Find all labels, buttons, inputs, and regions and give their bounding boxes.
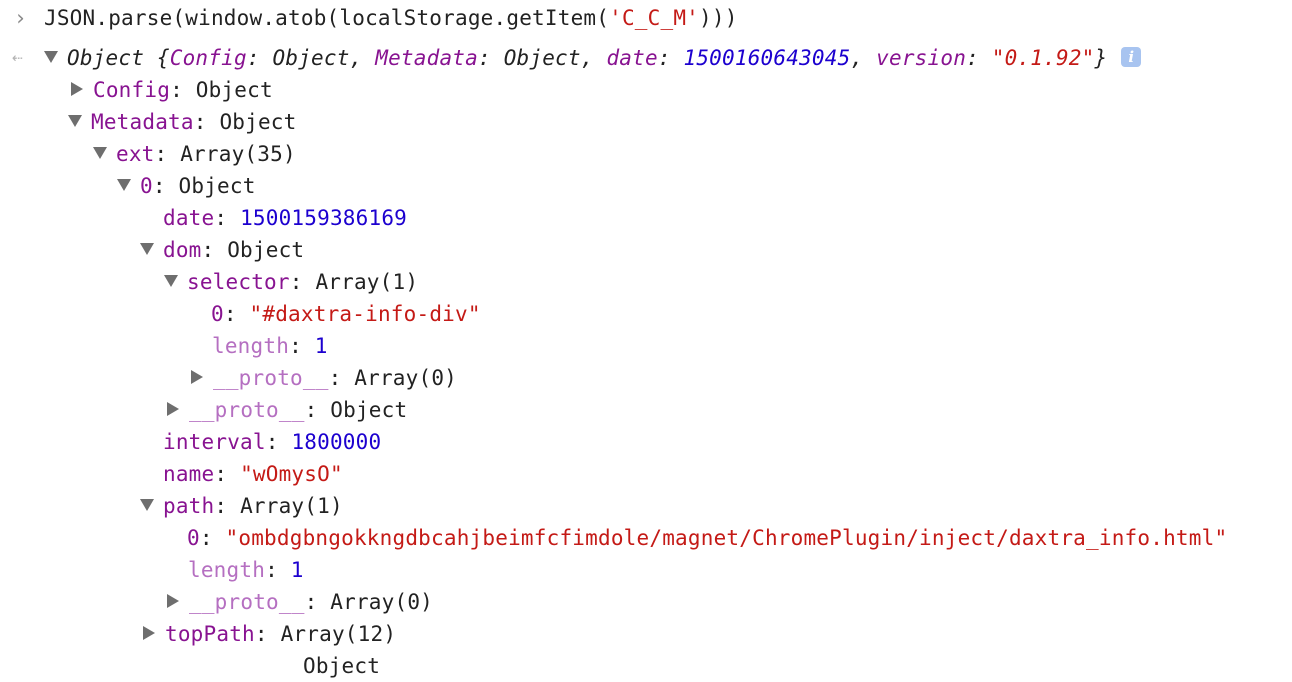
- tree-node-path-0[interactable]: 0: "ombdgbngokkngdbcahjbeimfcfimdole/mag…: [187, 522, 1227, 554]
- collapse-triangle-icon[interactable]: [93, 147, 107, 159]
- tree-node-toppath[interactable]: topPath: Array(12): [142, 618, 396, 650]
- tree-node-partial[interactable]: Object: [303, 650, 380, 682]
- tree-node-selector-proto[interactable]: __proto__: Array(0): [190, 362, 457, 394]
- tree-node-path-proto[interactable]: __proto__: Array(0): [166, 586, 433, 618]
- collapse-triangle-icon[interactable]: [140, 243, 154, 255]
- expand-triangle-icon[interactable]: [143, 626, 155, 640]
- command-suffix: ))): [699, 6, 738, 30]
- expand-triangle-icon[interactable]: [71, 82, 83, 96]
- tree-node-dom[interactable]: dom: Object: [140, 234, 304, 266]
- result-arrow-icon: ⇠: [12, 47, 24, 68]
- tree-node-selector[interactable]: selector: Array(1): [164, 266, 418, 298]
- collapse-triangle-icon[interactable]: [140, 499, 154, 511]
- collapse-triangle-icon[interactable]: [117, 179, 131, 191]
- object-preview: Object {Config: Object, Metadata: Object…: [67, 46, 1108, 70]
- tree-node-path-length[interactable]: length: 1: [188, 554, 304, 586]
- expand-triangle-icon[interactable]: [191, 370, 203, 384]
- collapse-triangle-icon[interactable]: [44, 51, 58, 63]
- tree-node-ext[interactable]: ext: Array(35): [93, 138, 296, 170]
- tree-node-ext-0[interactable]: 0: Object: [117, 170, 256, 202]
- collapse-triangle-icon[interactable]: [68, 115, 82, 127]
- tree-node-interval[interactable]: interval: 1800000: [163, 426, 381, 458]
- expand-triangle-icon[interactable]: [167, 594, 179, 608]
- command-arg: 'C_C_M': [609, 6, 700, 30]
- tree-node-selector-0[interactable]: 0: "#daxtra-info-div": [211, 298, 481, 330]
- tree-node-config[interactable]: Config: Object: [70, 74, 273, 106]
- collapse-triangle-icon[interactable]: [164, 275, 178, 287]
- tree-node-name[interactable]: name: "wOmysO": [163, 458, 343, 490]
- expand-triangle-icon[interactable]: [167, 402, 179, 416]
- command-prefix: JSON.parse(window.atob(localStorage.getI…: [44, 6, 610, 30]
- tree-node-metadata[interactable]: Metadata: Object: [68, 106, 297, 138]
- devtools-console: › JSON.parse(window.atob(localStorage.ge…: [0, 0, 1292, 678]
- tree-node-date[interactable]: date: 1500159386169: [163, 202, 407, 234]
- tree-node-selector-length[interactable]: length: 1: [212, 330, 328, 362]
- tree-node-path[interactable]: path: Array(1): [140, 490, 343, 522]
- prompt-chevron-icon: ›: [14, 6, 27, 30]
- info-icon[interactable]: i: [1121, 47, 1142, 67]
- tree-node-dom-proto[interactable]: __proto__: Object: [166, 394, 407, 426]
